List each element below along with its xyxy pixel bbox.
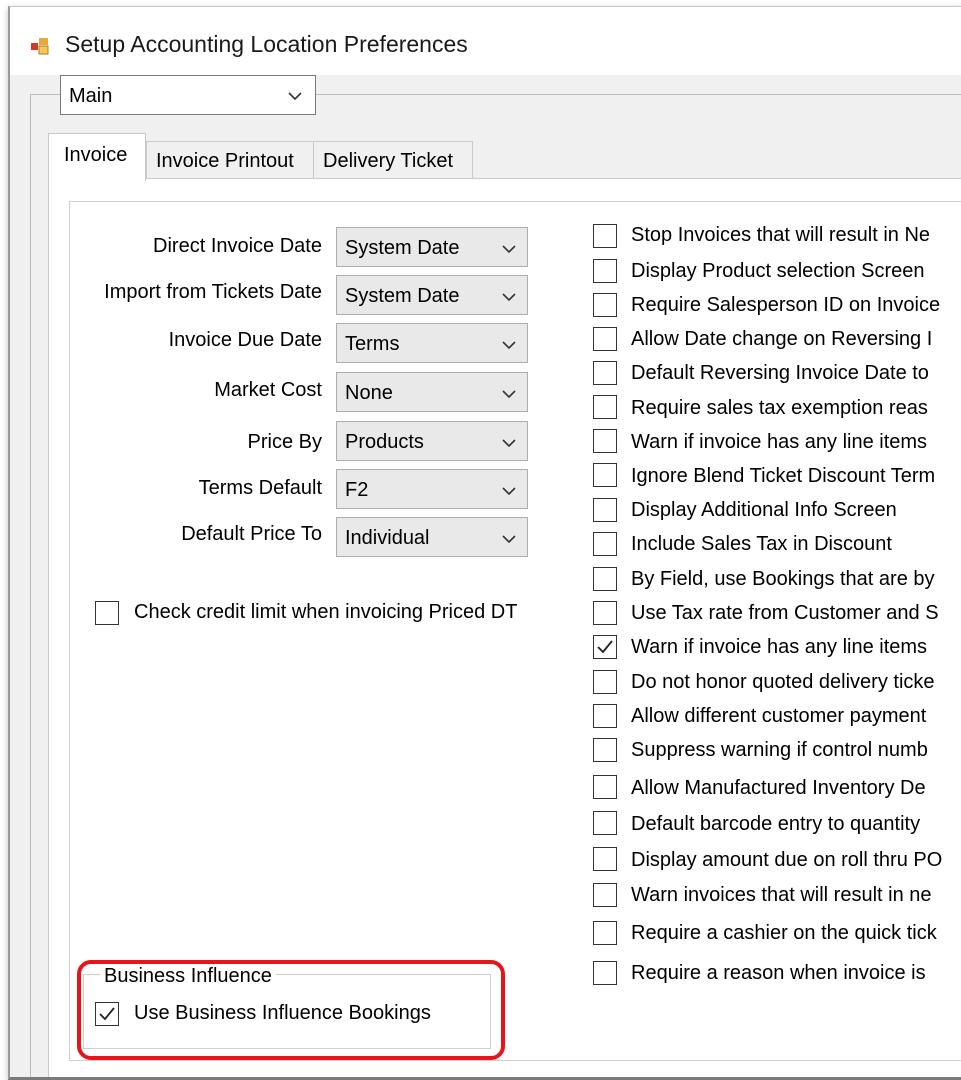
price-by-label: Price By [247,431,322,453]
market-cost-label: Market Cost [214,379,322,401]
window-title: Setup Accounting Location Preferences [65,31,468,57]
option-checkbox[interactable] [593,670,617,694]
direct-invoice-date-value: System Date [345,237,460,259]
view-dropdown[interactable]: Main [60,75,316,115]
option-label: Warn invoices that will result in ne [631,884,932,906]
option-label: By Field, use Bookings that are by [631,568,935,590]
option-checkbox[interactable] [593,567,617,591]
option-checkbox[interactable] [593,921,617,945]
chevron-down-icon [502,341,516,350]
option-label: Warn if invoice has any line items [631,636,928,658]
price-by-value: Products [345,431,424,453]
option-label: Default Reversing Invoice Date to [631,362,929,384]
option-checkbox[interactable] [593,498,617,522]
dialog-window: Setup Accounting Location Preferences Ma… [8,6,961,1080]
invoice-due-date-dropdown[interactable]: Terms [336,323,528,363]
default-price-to-dropdown[interactable]: Individual [336,517,528,557]
app-window-icon [31,38,49,55]
invoice-due-date-value: Terms [345,333,400,355]
option-label: Suppress warning if control numb [631,739,928,761]
chevron-down-icon [502,390,516,399]
option-label: Allow Date change on Reversing I [631,328,933,350]
market-cost-value: None [345,382,393,404]
chevron-down-icon [502,439,516,448]
terms-default-label: Terms Default [198,477,322,499]
main-group-frame-left [30,94,31,1077]
default-price-to-value: Individual [345,527,430,549]
option-checkbox[interactable] [593,259,617,283]
option-checkbox[interactable] [593,635,617,659]
option-checkbox[interactable] [593,738,617,762]
option-checkbox[interactable] [593,811,617,835]
option-label: Default barcode entry to quantity [631,813,921,835]
import-from-tickets-date-label: Import from Tickets Date [104,281,322,303]
option-label: Use Tax rate from Customer and S [631,602,939,624]
option-checkbox[interactable] [593,429,617,453]
option-label: Do not honor quoted delivery ticke [631,671,935,693]
option-label: Warn if invoice has any line items [631,431,928,453]
option-checkbox[interactable] [593,463,617,487]
option-checkbox[interactable] [593,293,617,317]
direct-invoice-date-dropdown[interactable]: System Date [336,227,528,267]
chevron-down-icon [502,293,516,302]
option-label: Stop Invoices that will result in Ne [631,224,931,246]
option-checkbox[interactable] [593,532,617,556]
credit-limit-checkbox[interactable] [95,601,119,625]
terms-default-value: F2 [345,479,369,501]
option-label: Require Salesperson ID on Invoice [631,294,941,316]
option-label: Display amount due on roll thru PO [631,849,943,871]
import-from-tickets-date-value: System Date [345,285,460,307]
option-checkbox[interactable] [593,224,617,248]
option-label: Include Sales Tax in Discount [631,533,892,555]
option-checkbox[interactable] [593,961,617,985]
terms-default-dropdown[interactable]: F2 [336,469,528,509]
main-group-frame-top-left [30,94,60,95]
option-checkbox[interactable] [593,361,617,385]
option-checkbox[interactable] [593,847,617,871]
market-cost-dropdown[interactable]: None [336,372,528,412]
option-label: Require sales tax exemption reas [631,397,928,419]
title-bar: Setup Accounting Location Preferences [10,7,961,75]
option-label: Display Additional Info Screen [631,499,897,521]
invoice-due-date-label: Invoice Due Date [168,329,322,351]
price-by-dropdown[interactable]: Products [336,421,528,461]
option-label: Require a reason when invoice is [631,962,926,984]
main-group-frame-top-right [316,94,961,95]
option-checkbox[interactable] [593,775,617,799]
view-dropdown-value: Main [69,85,113,107]
chevron-down-icon [288,92,302,101]
default-price-to-label: Default Price To [181,523,322,545]
import-from-tickets-date-dropdown[interactable]: System Date [336,275,528,315]
option-checkbox[interactable] [593,395,617,419]
chevron-down-icon [502,245,516,254]
option-label: Require a cashier on the quick tick [631,922,937,944]
highlight-annotation [77,960,505,1060]
option-label: Allow different customer payment [631,705,927,727]
option-checkbox[interactable] [593,704,617,728]
direct-invoice-date-label: Direct Invoice Date [153,235,322,257]
option-checkbox[interactable] [593,883,617,907]
credit-limit-label: Check credit limit when invoicing Priced… [134,601,518,623]
chevron-down-icon [502,487,516,496]
option-label: Allow Manufactured Inventory De [631,777,926,799]
tab-delivery-ticket[interactable]: Delivery Ticket [313,141,473,179]
option-checkbox[interactable] [593,327,617,351]
tab-invoice[interactable]: Invoice [48,133,146,181]
tab-invoice-printout[interactable]: Invoice Printout [146,141,314,179]
chevron-down-icon [502,535,516,544]
option-checkbox[interactable] [593,601,617,625]
option-label: Display Product selection Screen [631,260,925,282]
checkmark-icon [597,640,613,654]
option-label: Ignore Blend Ticket Discount Term [631,465,936,487]
